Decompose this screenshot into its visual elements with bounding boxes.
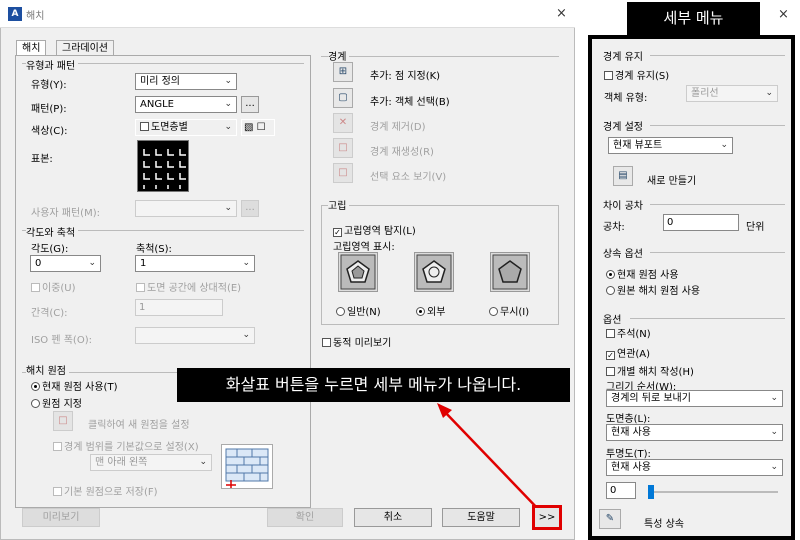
gap-divider xyxy=(650,204,785,205)
side-menu-heading: 세부 메뉴 xyxy=(627,2,760,35)
new-boundary-set-button[interactable]: ▤ xyxy=(613,166,633,186)
boundary-set-title: 경계 설정 xyxy=(603,122,643,133)
inherit-options-title: 상속 옵션 xyxy=(603,249,643,260)
inherit-properties-button[interactable]: ✎ xyxy=(599,509,621,529)
object-type-select[interactable]: 폴리선 ⌄ xyxy=(686,85,778,102)
transparency-slider-thumb[interactable] xyxy=(648,485,654,499)
gap-tolerance-title: 차이 공차 xyxy=(603,201,643,212)
boundary-set-value: 현재 뷰포트 xyxy=(613,140,663,151)
options-divider xyxy=(630,318,785,319)
chevron-down-icon: ⌄ xyxy=(765,88,773,98)
new-set-icon: ▤ xyxy=(618,170,628,181)
inherit-properties-label: 특성 상속 xyxy=(644,519,684,530)
options-title: 옵션 xyxy=(603,315,622,326)
new-boundary-set-label: 새로 만들기 xyxy=(647,176,697,187)
draw-order-select[interactable]: 경계의 뒤로 보내기 ⌄ xyxy=(606,390,783,407)
preview-button[interactable]: 미리보기 xyxy=(22,508,100,527)
cancel-button[interactable]: 취소 xyxy=(354,508,432,527)
more-options-button[interactable]: >> xyxy=(532,505,562,530)
associative-checkbox[interactable]: ✓ 연관(A) xyxy=(606,345,650,360)
boundary-set-divider xyxy=(650,125,785,126)
inherit-current-origin-radio[interactable]: 현재 원점 사용 xyxy=(606,266,679,281)
associative-label: 연관(A) xyxy=(617,349,651,360)
inherit-divider xyxy=(650,252,785,253)
chevron-down-icon: ⌄ xyxy=(770,462,778,472)
transparency-select[interactable]: 현재 사용 ⌄ xyxy=(606,459,783,476)
gap-tolerance-input[interactable]: 0 xyxy=(663,214,739,231)
draw-order-value: 경계의 뒤로 보내기 xyxy=(611,393,691,404)
transparency-value-input[interactable]: 0 xyxy=(606,482,636,499)
retain-check-icon xyxy=(604,71,613,80)
gap-tolerance-label: 공차: xyxy=(603,222,625,233)
transparency-slider-track[interactable] xyxy=(648,491,778,493)
retain-divider xyxy=(650,55,785,56)
side-close-icon[interactable]: × xyxy=(778,7,789,22)
transparency-value: 현재 사용 xyxy=(611,462,651,473)
checkmark-icon: ✓ xyxy=(606,351,615,360)
layer-select[interactable]: 현재 사용 ⌄ xyxy=(606,424,783,441)
inherit-current-origin-label: 현재 원점 사용 xyxy=(617,270,679,281)
radio-on-icon xyxy=(606,270,615,279)
chevron-down-icon: ⌄ xyxy=(720,140,728,150)
help-button[interactable]: 도움말 xyxy=(442,508,520,527)
annotative-label: 주석(N) xyxy=(617,329,651,340)
boundary-set-select[interactable]: 현재 뷰포트 ⌄ xyxy=(608,137,733,154)
retain-boundary-title: 경계 유지 xyxy=(603,52,643,63)
separate-hatches-checkbox[interactable]: 개별 해치 작성(H) xyxy=(606,363,694,378)
object-type-value: 폴리선 xyxy=(691,88,719,99)
inherit-source-origin-label: 원본 해치 원점 사용 xyxy=(617,286,701,297)
object-type-label: 객체 유형: xyxy=(604,93,648,104)
inherit-brush-icon: ✎ xyxy=(605,513,615,524)
layer-label: 도면층(L): xyxy=(606,414,651,425)
chevron-down-icon: ⌄ xyxy=(770,427,778,437)
gap-unit-label: 단위 xyxy=(746,222,765,233)
layer-value: 현재 사용 xyxy=(611,427,651,438)
transparency-label: 투명도(T): xyxy=(606,449,651,460)
inherit-source-origin-radio[interactable]: 원본 해치 원점 사용 xyxy=(606,282,700,297)
chevron-down-icon: ⌄ xyxy=(770,393,778,403)
retain-boundary-checkbox[interactable]: 경계 유지(S) xyxy=(604,67,669,82)
retain-boundary-label: 경계 유지(S) xyxy=(615,71,670,82)
separate-hatches-label: 개별 해치 작성(H) xyxy=(617,367,694,378)
annotative-checkbox[interactable]: 주석(N) xyxy=(606,325,651,340)
radio-off-icon xyxy=(606,286,615,295)
annotative-check-icon xyxy=(606,329,615,338)
separate-check-icon xyxy=(606,367,615,376)
ok-button[interactable]: 확인 xyxy=(267,508,343,527)
